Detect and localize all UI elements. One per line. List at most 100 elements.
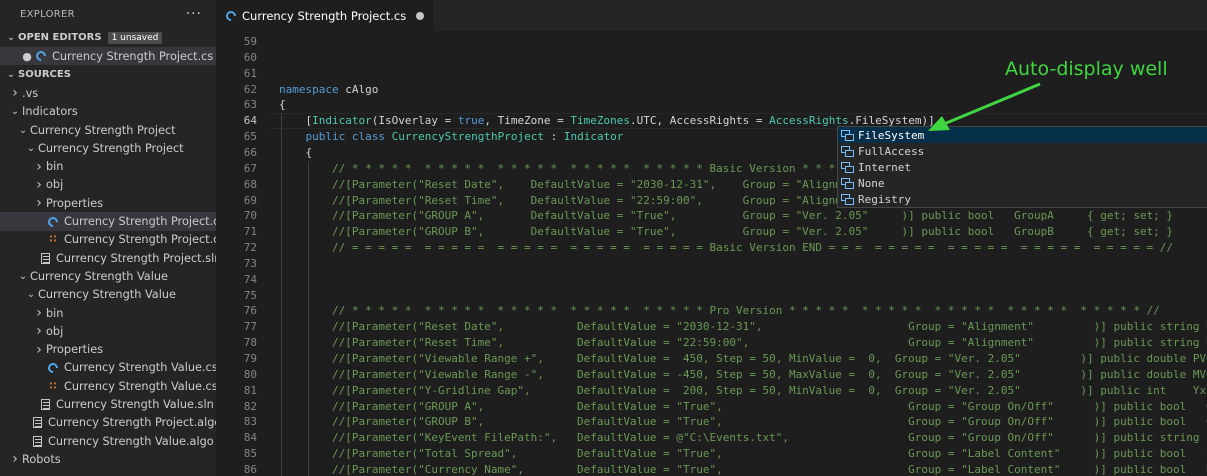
code-token: //[Parameter("GROUP B", DefaultValue = "… bbox=[331, 225, 1174, 239]
code-line[interactable]: 75 bbox=[216, 288, 1207, 304]
code-line[interactable]: 82 //[Parameter("GROUP A", DefaultValue … bbox=[216, 399, 1207, 415]
tree-folder[interactable]: ⌄ Currency Strength Value bbox=[0, 286, 216, 304]
unsaved-dot-icon[interactable]: ● bbox=[20, 50, 34, 63]
unsaved-dot-icon[interactable] bbox=[416, 11, 425, 20]
tree-folder[interactable]: › obj bbox=[0, 322, 216, 340]
code-token: //[Parameter("KeyEvent FilePath:", Defau… bbox=[331, 431, 1207, 445]
project-file-icon: ∷ bbox=[46, 234, 60, 246]
file-tree: › .vs ⌄ Indicators ⌄ Currency Strength Projec… bbox=[0, 84, 216, 468]
code-line[interactable]: 78 //[Parameter("Reset Time", DefaultVal… bbox=[216, 335, 1207, 351]
line-number: 63 bbox=[243, 98, 257, 112]
tab-bar: Currency Strength Project.cs bbox=[216, 0, 1207, 31]
tree-file[interactable]: ∷ Currency Strength Project.csproj bbox=[0, 231, 216, 249]
chevron-down-icon: ⌄ bbox=[7, 32, 15, 43]
indent-guide bbox=[308, 160, 309, 476]
code-line[interactable]: 76 // * * * * * * * * * * * * * * * * * … bbox=[216, 303, 1207, 319]
tree-folder[interactable]: › Properties bbox=[0, 194, 216, 212]
tree-folder[interactable]: › .vs bbox=[0, 84, 216, 102]
code-line[interactable]: 86 //[Parameter("Currency Name", Default… bbox=[216, 462, 1207, 476]
tree-file[interactable]: Currency Strength Project.sln bbox=[0, 249, 216, 267]
code-line[interactable]: 80 //[Parameter("Viewable Range -", Defa… bbox=[216, 367, 1207, 383]
tree-item-label: Currency Strength Project.cs bbox=[64, 215, 216, 229]
line-number: 78 bbox=[243, 336, 257, 350]
tree-item-label: Currency Strength Project.csproj bbox=[64, 233, 216, 247]
code-line[interactable]: 71 //[Parameter("GROUP B", DefaultValue … bbox=[216, 224, 1207, 240]
code-line[interactable]: 63 { bbox=[216, 97, 1207, 113]
code-token: //[Parameter("GROUP A", DefaultValue = "… bbox=[331, 209, 1174, 223]
code-token: //[Parameter("Reset Date", DefaultValue … bbox=[331, 177, 862, 191]
tree-item-label: Currency Strength Project.sln bbox=[56, 251, 216, 265]
code-token: //[Parameter("Reset Time", DefaultValue … bbox=[331, 193, 862, 207]
explorer-header: EXPLORER ··· bbox=[0, 0, 216, 28]
tree-folder[interactable]: › bin bbox=[0, 157, 216, 175]
tree-folder[interactable]: › Robots bbox=[0, 450, 216, 468]
chevron-down-icon: ⌄ bbox=[26, 142, 36, 154]
code-token: cAlgo bbox=[338, 82, 379, 96]
code-line[interactable]: 59 bbox=[216, 34, 1207, 50]
code-token: //[Parameter("GROUP B", DefaultValue = "… bbox=[331, 415, 1207, 429]
enum-member-icon bbox=[841, 193, 854, 205]
sources-section[interactable]: ⌄ SOURCES bbox=[0, 65, 216, 84]
line-number: 62 bbox=[243, 82, 257, 96]
code-line[interactable]: 83 //[Parameter("GROUP B", DefaultValue … bbox=[216, 414, 1207, 430]
code-line[interactable]: 84 //[Parameter("KeyEvent FilePath:", De… bbox=[216, 430, 1207, 446]
tree-file[interactable]: Currency Strength Value.cs bbox=[0, 359, 216, 377]
line-number: 85 bbox=[243, 447, 257, 461]
code-line[interactable]: 70 //[Parameter("GROUP A", DefaultValue … bbox=[216, 208, 1207, 224]
suggestion-item[interactable]: FileSystem bbox=[838, 127, 1207, 143]
line-number: 59 bbox=[243, 35, 257, 48]
code-text: { bbox=[279, 97, 286, 113]
code-line[interactable]: 72 // = = = = = = = = = = = = = = = = = … bbox=[216, 240, 1207, 256]
tree-file[interactable]: Currency Strength Value.algo bbox=[0, 432, 216, 450]
suggestion-item[interactable]: FullAccess bbox=[838, 143, 1207, 159]
tree-folder[interactable]: ⌄ Currency Strength Project bbox=[0, 121, 216, 139]
tab-currency-strength-project-cs[interactable]: Currency Strength Project.cs bbox=[216, 0, 435, 31]
tree-folder[interactable]: › Properties bbox=[0, 340, 216, 358]
tree-folder[interactable]: › obj bbox=[0, 176, 216, 194]
tree-item-label: obj bbox=[46, 178, 64, 192]
rss-glyph-icon: ∷ bbox=[49, 234, 57, 246]
tree-file[interactable]: Currency Strength Project.cs bbox=[0, 212, 216, 231]
code-text: // = = = = = = = = = = = = = = = = = = =… bbox=[279, 240, 1173, 256]
open-editor-item[interactable]: ●Currency Strength Project.csIn... bbox=[0, 47, 216, 66]
unsaved-badge: 1 unsaved bbox=[107, 31, 163, 44]
more-actions-icon[interactable]: ··· bbox=[186, 6, 202, 22]
autocomplete-suggest-widget: FileSystem FullAccess Internet None Registry bbox=[837, 126, 1207, 208]
code-line[interactable]: 85 //[Parameter("Total Spread", DefaultV… bbox=[216, 446, 1207, 462]
code-line[interactable]: 73 bbox=[216, 256, 1207, 272]
suggestion-item[interactable]: None bbox=[838, 175, 1207, 191]
code-editor[interactable]: 59 60 61 62 namespace cAlgo 63{64 [Indicator(… bbox=[216, 31, 1207, 476]
line-number: 66 bbox=[243, 145, 257, 159]
tree-folder[interactable]: ⌄ Indicators bbox=[0, 103, 216, 121]
code-text: //[Parameter("Viewable Range -", Default… bbox=[279, 367, 1207, 383]
open-editors-section[interactable]: ⌄ OPEN EDITORS 1 unsaved bbox=[0, 28, 216, 47]
tree-file[interactable]: ∷ Currency Strength Value.csproj bbox=[0, 377, 216, 395]
code-line[interactable]: 77 //[Parameter("Reset Date", DefaultVal… bbox=[216, 319, 1207, 335]
rss-glyph-icon: ∷ bbox=[49, 380, 57, 392]
tree-file[interactable]: Currency Strength Project.algo bbox=[0, 414, 216, 432]
code-token: Indicator bbox=[563, 130, 624, 144]
tree-folder[interactable]: ⌄ Currency Strength Project bbox=[0, 139, 216, 157]
tree-item-label: Currency Strength Value.sln bbox=[56, 397, 214, 411]
suggestion-item[interactable]: Registry bbox=[838, 191, 1207, 207]
chevron-right-icon: › bbox=[36, 176, 42, 193]
code-text: //[Parameter("Viewable Range +", Default… bbox=[279, 351, 1207, 367]
code-line[interactable]: 79 //[Parameter("Viewable Range +", Defa… bbox=[216, 351, 1207, 367]
code-token: { bbox=[279, 145, 313, 159]
suggestion-item[interactable]: Internet bbox=[838, 159, 1207, 175]
line-number: 65 bbox=[243, 130, 257, 144]
code-line[interactable]: 81 //[Parameter("Y-Gridline Gap", Defaul… bbox=[216, 383, 1207, 399]
tree-folder[interactable]: › bin bbox=[0, 304, 216, 322]
code-line[interactable]: 62 namespace cAlgo bbox=[216, 82, 1207, 98]
tree-folder[interactable]: ⌄ Currency Strength Value bbox=[0, 267, 216, 285]
line-number: 74 bbox=[243, 272, 257, 286]
code-token: // * * * * * * * * * * * * * * * * * * *… bbox=[331, 304, 1160, 318]
tree-file[interactable]: Currency Strength Value.sln bbox=[0, 395, 216, 413]
code-line[interactable]: 74 bbox=[216, 272, 1207, 288]
enum-member-icon bbox=[841, 161, 854, 173]
code-token: //[Parameter("Reset Date", DefaultValue … bbox=[331, 320, 1207, 334]
code-text: //[Parameter("Reset Date", DefaultValue … bbox=[279, 177, 862, 193]
